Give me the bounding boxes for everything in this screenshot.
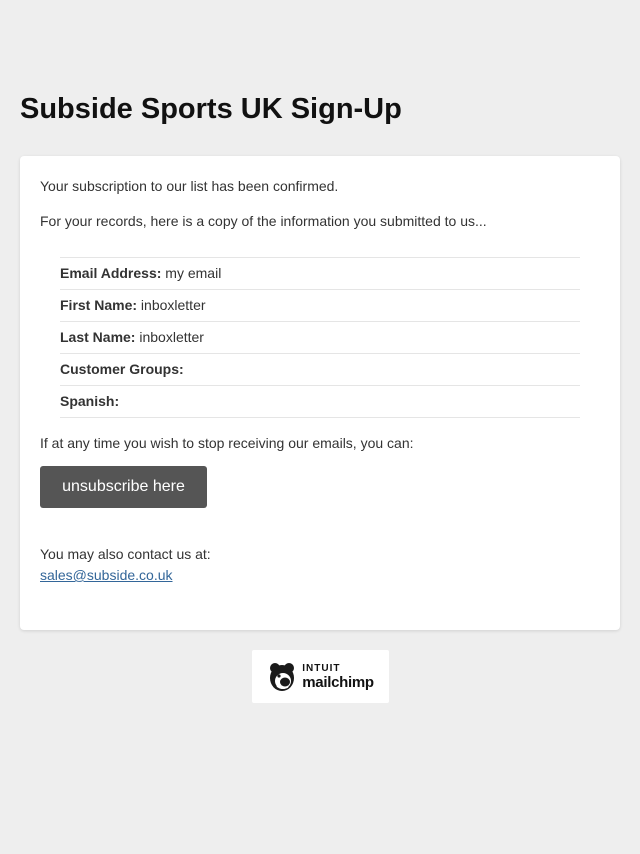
field-row-email: Email Address: my email bbox=[60, 258, 580, 290]
field-label: Spanish: bbox=[60, 393, 120, 409]
mailchimp-wordmark: Intuit mailchimp bbox=[302, 662, 374, 691]
unsubscribe-button[interactable]: unsubscribe here bbox=[40, 466, 207, 508]
confirmation-card: Your subscription to our list has been c… bbox=[20, 156, 620, 630]
field-row-first-name: First Name: inboxletter bbox=[60, 290, 580, 322]
field-value: my email bbox=[165, 265, 222, 281]
stop-receiving-text: If at any time you wish to stop receivin… bbox=[40, 435, 414, 451]
field-row-spanish: Spanish: bbox=[60, 386, 580, 418]
page: Subside Sports UK Sign-Up Your subscript… bbox=[0, 0, 640, 854]
field-value: inboxletter bbox=[140, 297, 206, 313]
records-text: For your records, here is a copy of the … bbox=[40, 213, 487, 229]
confirmation-text: Your subscription to our list has been c… bbox=[40, 178, 339, 194]
field-value: inboxletter bbox=[139, 329, 204, 345]
badge-brand-top: Intuit bbox=[302, 662, 341, 674]
field-label: First Name: bbox=[60, 297, 138, 313]
field-label: Last Name: bbox=[60, 329, 136, 345]
field-row-last-name: Last Name: inboxletter bbox=[60, 322, 580, 354]
mailchimp-freddie-icon bbox=[267, 661, 297, 693]
field-label: Email Address: bbox=[60, 265, 162, 281]
mailchimp-badge[interactable]: Intuit mailchimp bbox=[252, 650, 389, 703]
field-row-customer-groups: Customer Groups: bbox=[60, 354, 580, 386]
contact-email-link[interactable]: sales@subside.co.uk bbox=[40, 566, 173, 584]
field-label: Customer Groups: bbox=[60, 361, 184, 377]
submitted-fields-list: Email Address: my email First Name: inbo… bbox=[60, 257, 580, 418]
badge-brand-main: mailchimp bbox=[302, 673, 374, 691]
contact-text: You may also contact us at: bbox=[40, 546, 211, 562]
page-title: Subside Sports UK Sign-Up bbox=[20, 93, 402, 125]
